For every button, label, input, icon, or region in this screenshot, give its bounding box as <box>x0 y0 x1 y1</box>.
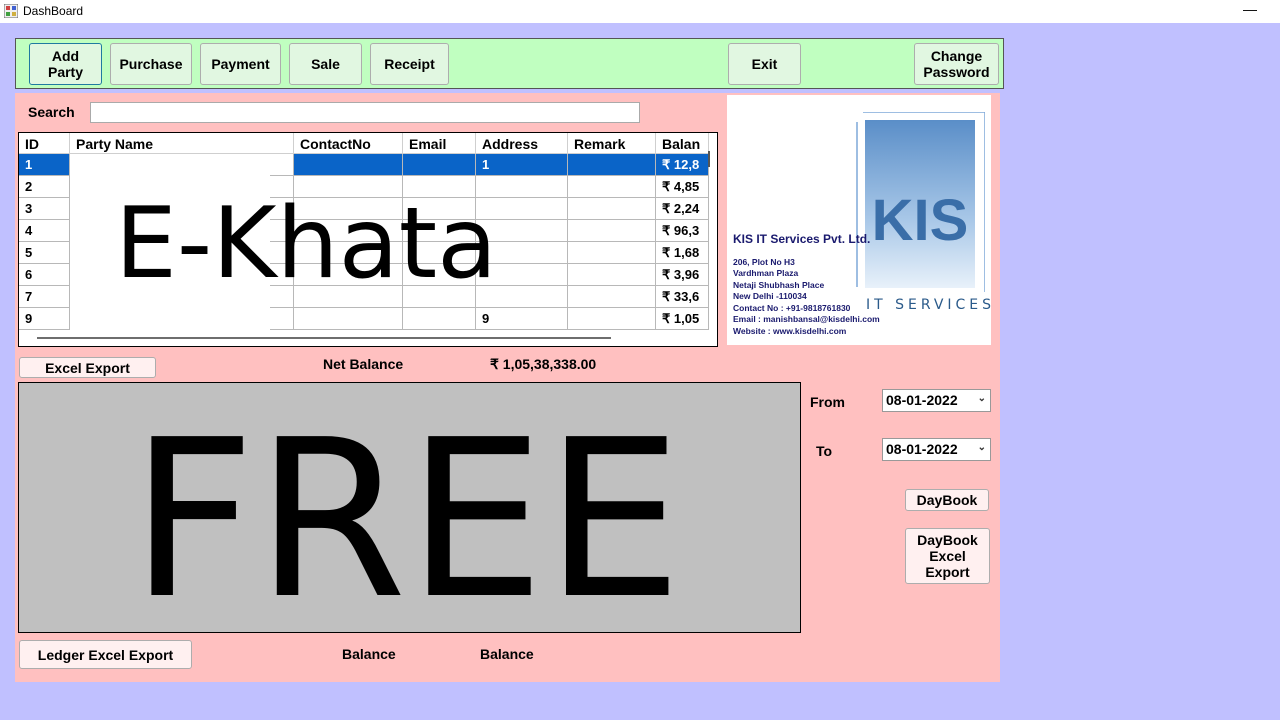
column-header-id[interactable]: ID <box>19 133 70 154</box>
title-bar <box>0 0 1280 23</box>
logo-company-name: KIS IT Services Pvt. Ltd. <box>733 232 871 246</box>
to-date-picker[interactable]: 08-01-2022 ⌄ <box>882 438 991 461</box>
grid-header: ID Party Name ContactNo Email Address Re… <box>19 133 717 154</box>
receipt-button[interactable]: Receipt <box>370 43 449 85</box>
column-header-balance[interactable]: Balan <box>656 133 709 154</box>
table-cell[interactable]: ₹ 1,05 <box>656 308 709 330</box>
app-icon <box>4 4 18 18</box>
daybook-button[interactable]: DayBook <box>905 489 989 511</box>
logo-website-line: Website : www.kisdelhi.com <box>733 326 847 336</box>
balance-label: Balance <box>342 646 396 662</box>
window-title: DashBoard <box>23 4 84 18</box>
table-cell[interactable]: 4 <box>19 220 70 242</box>
table-cell[interactable] <box>568 308 656 330</box>
purchase-button[interactable]: Purchase <box>110 43 192 85</box>
column-header-party-name[interactable]: Party Name <box>70 133 294 154</box>
search-input[interactable] <box>90 102 640 123</box>
logo-contact-line: Contact No : +91-9818761830 <box>733 303 851 313</box>
from-date-picker[interactable]: 08-01-2022 ⌄ <box>882 389 991 412</box>
minimize-button[interactable]: — <box>1236 0 1264 22</box>
table-cell[interactable]: ₹ 2,24 <box>656 198 709 220</box>
table-cell[interactable] <box>568 176 656 198</box>
change-password-button[interactable]: Change Password <box>914 43 999 85</box>
logo-address-line: Vardhman Plaza <box>733 268 799 278</box>
payment-button[interactable]: Payment <box>200 43 281 85</box>
to-date-value: 08-01-2022 <box>886 441 958 457</box>
logo-address-line: Netaji Shubhash Place <box>733 280 825 290</box>
table-cell[interactable]: 6 <box>19 264 70 286</box>
table-cell[interactable]: ₹ 12,8 <box>656 154 709 176</box>
table-cell[interactable]: 3 <box>19 198 70 220</box>
logo-tagline: IT SERVICES <box>866 297 996 313</box>
column-header-contact-no[interactable]: ContactNo <box>294 133 403 154</box>
table-cell[interactable] <box>294 308 403 330</box>
table-cell[interactable]: ₹ 96,3 <box>656 220 709 242</box>
table-cell[interactable]: ₹ 4,85 <box>656 176 709 198</box>
net-balance-label: Net Balance <box>323 356 404 372</box>
kis-brand-text: KIS <box>872 188 969 253</box>
table-cell[interactable] <box>403 308 476 330</box>
table-cell[interactable] <box>294 154 403 176</box>
daybook-excel-export-button[interactable]: DayBook Excel Export <box>905 528 990 584</box>
table-cell[interactable] <box>568 242 656 264</box>
column-header-email[interactable]: Email <box>403 133 476 154</box>
table-cell[interactable] <box>568 264 656 286</box>
logo-address-line: 206, Plot No H3 <box>733 257 795 267</box>
party-grid[interactable]: ID Party Name ContactNo Email Address Re… <box>18 132 718 347</box>
balance-label: Balance <box>480 646 534 662</box>
logo-address-line: New Delhi -110034 <box>733 291 807 301</box>
table-cell[interactable]: 9 <box>476 308 568 330</box>
table-cell[interactable] <box>403 154 476 176</box>
table-cell[interactable]: ₹ 3,96 <box>656 264 709 286</box>
table-cell[interactable]: 1 <box>19 154 70 176</box>
from-date-value: 08-01-2022 <box>886 392 958 408</box>
table-cell[interactable]: ₹ 1,68 <box>656 242 709 264</box>
chevron-down-icon[interactable]: ⌄ <box>978 442 986 453</box>
ledger-excel-export-button[interactable]: Ledger Excel Export <box>19 640 192 669</box>
sale-button[interactable]: Sale <box>289 43 362 85</box>
excel-export-button[interactable]: Excel Export <box>19 357 156 378</box>
table-cell[interactable] <box>568 286 656 308</box>
to-label: To <box>816 443 833 459</box>
logo-email-line: Email : manishbansal@kisdelhi.com <box>733 314 880 324</box>
chevron-down-icon[interactable]: ⌄ <box>978 393 986 404</box>
table-cell[interactable] <box>568 154 656 176</box>
e-khata-watermark: E-Khata <box>115 187 498 301</box>
exit-button[interactable]: Exit <box>728 43 801 85</box>
horizontal-scrollbar[interactable] <box>37 337 611 339</box>
from-label: From <box>810 394 845 410</box>
column-header-remark[interactable]: Remark <box>568 133 656 154</box>
search-label: Search <box>28 104 75 120</box>
table-cell[interactable]: ₹ 33,6 <box>656 286 709 308</box>
table-cell[interactable] <box>568 198 656 220</box>
free-watermark: FREE <box>130 394 683 647</box>
table-cell[interactable]: 7 <box>19 286 70 308</box>
vertical-scrollbar[interactable] <box>708 151 710 167</box>
table-cell[interactable]: 1 <box>476 154 568 176</box>
table-cell[interactable]: 5 <box>19 242 70 264</box>
toolbar: Add Party Purchase Payment Sale Receipt … <box>15 38 1004 89</box>
table-cell[interactable]: 2 <box>19 176 70 198</box>
kis-logo-graphic: KIS <box>856 112 985 292</box>
column-header-address[interactable]: Address <box>476 133 568 154</box>
net-balance-value: ₹ 1,05,38,338.00 <box>490 356 597 372</box>
table-cell[interactable] <box>568 220 656 242</box>
add-party-button[interactable]: Add Party <box>29 43 102 85</box>
table-cell[interactable]: 9 <box>19 308 70 330</box>
